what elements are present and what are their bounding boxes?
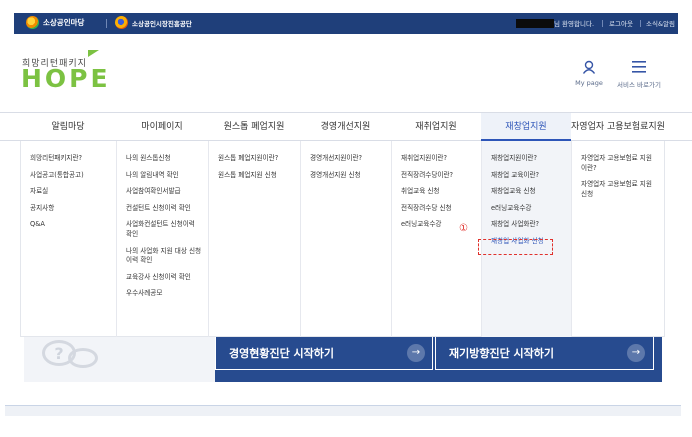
- footer-strip: [5, 405, 681, 416]
- menu-item[interactable]: 자영업자 고용보험료 지원 신청: [581, 180, 666, 199]
- redacted-username: [516, 19, 554, 28]
- top-divider: [602, 20, 603, 27]
- menu-item[interactable]: 재창업지원이란?: [491, 154, 571, 164]
- menu-column-management: 경영개선지원이란? 경영개선지원 신청: [301, 141, 392, 337]
- top-divider: [640, 20, 641, 27]
- hamburger-menu-icon: [632, 61, 646, 73]
- menu-item[interactable]: 나의 사업화 지원 대상 신청 이력 확인: [126, 247, 208, 266]
- brand-sbiz-link[interactable]: 소상공인마당: [26, 16, 84, 29]
- menu-column-notice: 희망리턴패키지란? 사업공고(통합공고) 자료실 공지사항 Q&A: [21, 141, 117, 337]
- menu-item[interactable]: 자료실: [30, 187, 116, 197]
- recovery-diagnosis-button[interactable]: 재기방향진단 시작하기 →: [435, 337, 654, 370]
- top-bar-strip: 소상공인마당 소상공인시장진흥공단 님 환영합니다. 로그아웃 소식&알림: [14, 13, 678, 34]
- brand-semas-label: 소상공인시장진흥공단: [132, 19, 192, 28]
- menu-item[interactable]: e러닝교육수강: [401, 220, 481, 230]
- menu-item[interactable]: 나의 원스톱신청: [126, 154, 208, 164]
- menu-item[interactable]: 원스톱 폐업지원 신청: [218, 171, 300, 181]
- menu-item[interactable]: 희망리턴패키지란?: [30, 154, 116, 164]
- menu-item[interactable]: 경영개선지원이란?: [310, 154, 391, 164]
- menu-item[interactable]: Q&A: [30, 220, 116, 230]
- service-shortcut-button[interactable]: 서비스 바로가기: [614, 59, 664, 89]
- menu-item[interactable]: 재창업 교육이란?: [491, 171, 571, 181]
- logout-link[interactable]: 로그아웃: [609, 18, 633, 28]
- news-link[interactable]: 소식&알림: [646, 18, 675, 28]
- menu-item[interactable]: 나의 알림내역 확인: [126, 171, 208, 181]
- mypage-button[interactable]: My page: [574, 59, 604, 87]
- gnb-mypage[interactable]: 마이페이지: [116, 113, 208, 141]
- menu-item[interactable]: e러닝교육수강: [491, 204, 571, 214]
- menu-item[interactable]: 전직장려수당 신청: [401, 204, 481, 214]
- menu-column-reemployment: 재취업지원이란? 전직장려수당이란? 취업교육 신청 전직장려수당 신청 e러닝…: [392, 141, 482, 337]
- menu-item[interactable]: 재창업교육 신청: [491, 187, 571, 197]
- menu-column-closure: 원스톱 폐업지원이란? 원스톱 폐업지원 신청: [209, 141, 301, 337]
- gnb-employment-insurance[interactable]: 자영업자 고용보험료지원: [571, 113, 665, 141]
- brand-divider: [106, 19, 107, 28]
- brand-sbiz-label: 소상공인마당: [43, 18, 85, 27]
- diagnosis-banner: ? 경영현황진단 시작하기 → 재기방향진단 시작하기 →: [24, 337, 662, 382]
- greeting-text: 님 환영합니다.: [554, 20, 595, 28]
- service-shortcut-label: 서비스 바로가기: [617, 81, 661, 89]
- semas-logo-icon: [115, 16, 128, 29]
- menu-item[interactable]: 자영업자 고용보험료 지원 이란?: [581, 154, 666, 173]
- menu-item[interactable]: 재창업 사업화란?: [491, 220, 571, 230]
- sbiz-logo-icon: [26, 16, 39, 29]
- user-icon: [582, 60, 596, 74]
- mega-menu-panel: 희망리턴패키지란? 사업공고(통합공고) 자료실 공지사항 Q&A 나의 원스톱…: [20, 141, 665, 337]
- gnb-reemployment-support[interactable]: 재취업지원: [391, 113, 481, 141]
- brand-semas-link[interactable]: 소상공인시장진흥공단: [115, 16, 192, 29]
- menu-column-mypage: 나의 원스톱신청 나의 알림내역 확인 사업참여확인서발급 컨설턴트 신청이력 …: [117, 141, 209, 337]
- menu-item[interactable]: 우수사례공모: [126, 289, 208, 299]
- management-diagnosis-button[interactable]: 경영현황진단 시작하기 →: [215, 337, 433, 370]
- menu-item[interactable]: 컨설턴트 신청이력 확인: [126, 204, 208, 214]
- gnb-closure-support[interactable]: 원스톱 폐업지원: [208, 113, 300, 141]
- menu-column-employment-insurance: 자영업자 고용보험료 지원 이란? 자영업자 고용보험료 지원 신청: [572, 141, 666, 337]
- arrow-right-icon: →: [627, 344, 645, 362]
- chat-bubble-icon: [68, 348, 98, 368]
- top-bar: 소상공인마당 소상공인시장진흥공단 님 환영합니다. 로그아웃 소식&알림: [0, 0, 692, 34]
- mypage-label: My page: [575, 79, 603, 87]
- menu-item[interactable]: 교육강사 신청이력 확인: [126, 273, 208, 283]
- menu-item[interactable]: 사업공고(통합공고): [30, 171, 116, 181]
- main-navigation: 알림마당 마이페이지 원스톱 폐업지원 경영개선지원 재취업지원 재창업지원 자…: [0, 112, 692, 141]
- menu-item[interactable]: 사업화컨설턴트 신청이력 확인: [126, 220, 208, 239]
- menu-item[interactable]: 재취업지원이란?: [401, 154, 481, 164]
- recovery-diagnosis-label: 재기방향진단 시작하기: [449, 347, 555, 360]
- annotation-marker: ①: [459, 223, 468, 234]
- management-diagnosis-label: 경영현황진단 시작하기: [229, 347, 335, 360]
- gnb-notice[interactable]: 알림마당: [20, 113, 116, 141]
- logo-flag-icon: [88, 50, 99, 57]
- gnb-management-support[interactable]: 경영개선지원: [300, 113, 391, 141]
- annotation-highlight-box: [478, 239, 553, 255]
- arrow-right-icon: →: [407, 344, 425, 362]
- gnb-restartup-support[interactable]: 재창업지원: [481, 113, 571, 141]
- logo-title: HOPE: [21, 64, 111, 93]
- menu-item[interactable]: 전직장려수당이란?: [401, 171, 481, 181]
- menu-item[interactable]: 경영개선지원 신청: [310, 171, 391, 181]
- menu-item[interactable]: 공지사항: [30, 204, 116, 214]
- menu-item[interactable]: 취업교육 신청: [401, 187, 481, 197]
- menu-item[interactable]: 사업참여확인서발급: [126, 187, 208, 197]
- menu-item[interactable]: 원스톱 폐업지원이란?: [218, 154, 300, 164]
- banner-illustration: ?: [24, 337, 215, 382]
